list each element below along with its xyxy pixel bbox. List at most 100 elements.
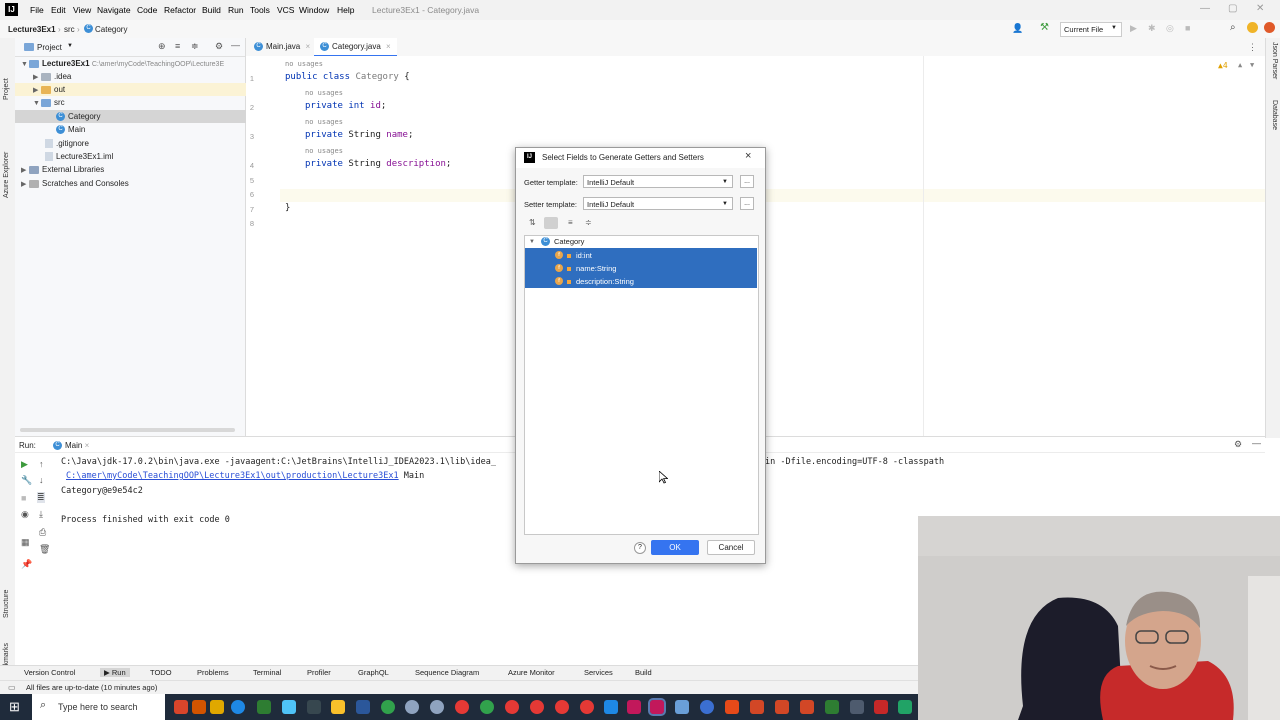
file-explorer-icon[interactable] (331, 700, 345, 714)
stop-icon[interactable]: ■ (21, 493, 26, 503)
hide-icon[interactable]: — (1252, 438, 1261, 448)
tab-category-java[interactable]: C Category.java × (314, 38, 397, 57)
camera-icon[interactable]: ◉ (21, 509, 29, 520)
json-parser-tool-button[interactable]: Json Parser (1271, 42, 1278, 79)
warning-count[interactable]: ▲4 (1218, 61, 1228, 70)
powerpoint-icon[interactable] (750, 700, 764, 714)
tree-item-lecture3ex1[interactable]: ▼ Lecture3Ex1 C:\amer\myCode\TeachingOOP\… (15, 57, 251, 70)
tree-item-idea[interactable]: ▶ .idea (15, 70, 263, 83)
breadcrumb-category[interactable]: Category (95, 25, 127, 34)
chrome-icon[interactable] (580, 700, 594, 714)
run-icon[interactable]: ▶ (1130, 23, 1137, 34)
pdf-icon[interactable] (874, 700, 888, 714)
chrome-icon[interactable] (530, 700, 544, 714)
menu-navigate[interactable]: Navigate (97, 5, 131, 15)
gear-icon[interactable]: ⚙ (1234, 439, 1242, 450)
tool-run[interactable]: ▶ Run (100, 668, 130, 677)
intellij-active-icon[interactable] (648, 698, 666, 716)
tab-main-java[interactable]: C Main.java × (248, 38, 316, 56)
structure-tool-button[interactable]: Structure (3, 590, 10, 618)
show-classes-icon[interactable] (544, 217, 558, 229)
tool-problems[interactable]: Problems (197, 668, 229, 677)
usage-hint[interactable]: no usages (285, 60, 323, 68)
calculator-icon[interactable] (307, 700, 321, 714)
close-icon[interactable]: × (85, 441, 90, 450)
search-icon[interactable]: ⌕ (1230, 22, 1236, 33)
breadcrumb-project[interactable]: Lecture3Ex1 (8, 25, 56, 34)
chevron-down-icon[interactable]: ▼ (529, 236, 535, 248)
maximize-button[interactable]: ▢ (1228, 3, 1237, 14)
chrome-icon[interactable] (455, 700, 469, 714)
windows-start-icon[interactable]: ⊞ (9, 699, 20, 715)
intellij-icon[interactable] (627, 700, 641, 714)
menu-edit[interactable]: Edit (51, 5, 66, 15)
layout-icon[interactable]: ▦ (21, 537, 30, 548)
close-window-button[interactable]: ✕ (1256, 3, 1264, 14)
setter-template-more-button[interactable]: ... (740, 197, 754, 210)
tool-graphql[interactable]: GraphQL (358, 668, 389, 677)
word-icon[interactable] (356, 700, 370, 714)
more-icon[interactable]: ⋮ (1248, 42, 1257, 53)
expand-all-icon[interactable]: ≡ (568, 218, 573, 227)
menu-vcs[interactable]: VCS (277, 5, 294, 15)
tool-todo[interactable]: TODO (150, 668, 172, 677)
getter-template-select[interactable]: IntelliJ Default ▼ (583, 175, 733, 188)
chevron-up-icon[interactable]: ▲ (1238, 61, 1242, 69)
tool-services[interactable]: Services (584, 668, 613, 677)
user-icon[interactable]: 👤 (1012, 23, 1023, 34)
app-icon[interactable] (480, 700, 494, 714)
sort-icon[interactable]: ⇅ (529, 218, 536, 227)
app-icon[interactable] (257, 700, 271, 714)
horizontal-scrollbar[interactable] (20, 428, 235, 432)
app-icon[interactable] (210, 700, 224, 714)
arrow-down-icon[interactable]: ↓ (39, 475, 44, 485)
project-tool-button[interactable]: Project (3, 78, 10, 100)
help-button[interactable]: ? (634, 542, 646, 554)
menu-run[interactable]: Run (228, 5, 244, 15)
app-icon[interactable] (381, 700, 395, 714)
menu-help[interactable]: Help (337, 5, 354, 15)
menu-window[interactable]: Window (299, 5, 329, 15)
app-icon[interactable] (430, 700, 444, 714)
menu-tools[interactable]: Tools (250, 5, 270, 15)
breadcrumb-src[interactable]: src (64, 25, 75, 34)
close-icon[interactable]: × (745, 150, 751, 162)
field-row-description[interactable]: f description:String (525, 275, 757, 288)
tree-item-src[interactable]: ▼ src (15, 96, 263, 109)
usage-hint[interactable]: no usages (305, 118, 343, 126)
setter-template-select[interactable]: IntelliJ Default ▼ (583, 197, 733, 210)
app-icon[interactable] (282, 700, 296, 714)
usage-hint[interactable]: no usages (305, 147, 343, 155)
app-icon[interactable] (604, 700, 618, 714)
app-icon[interactable] (825, 700, 839, 714)
field-row-name[interactable]: f name:String (525, 262, 757, 275)
chevron-down-icon[interactable]: ▼ (33, 97, 41, 110)
trash-icon[interactable]: 🗑 (39, 544, 50, 555)
chevron-down-icon[interactable]: ▼ (67, 43, 73, 49)
tree-item-external-libraries[interactable]: ▶ External Libraries (15, 163, 251, 176)
plugin-icon[interactable] (1264, 22, 1275, 33)
pycharm-icon[interactable] (898, 700, 912, 714)
scroll-to-end-icon[interactable]: ⤓ (39, 509, 43, 520)
app-icon[interactable] (725, 700, 739, 714)
collapse-all-icon[interactable]: ≑ (191, 41, 199, 52)
locate-icon[interactable]: ⊕ (158, 41, 166, 52)
hammer-icon[interactable]: ⚒ (1040, 22, 1049, 33)
close-icon[interactable]: × (386, 42, 391, 51)
app-icon[interactable] (174, 700, 188, 714)
edge-icon[interactable] (231, 700, 245, 714)
menu-code[interactable]: Code (137, 5, 157, 15)
minimize-button[interactable]: — (1200, 3, 1210, 14)
app-icon[interactable] (700, 700, 714, 714)
powerpoint-icon[interactable] (775, 700, 789, 714)
app-icon[interactable] (675, 700, 689, 714)
update-icon[interactable] (1247, 22, 1258, 33)
tool-profiler[interactable]: Profiler (307, 668, 331, 677)
gear-icon[interactable]: ⚙ (215, 41, 223, 52)
expand-all-icon[interactable]: ≡ (175, 41, 180, 51)
menu-view[interactable]: View (73, 5, 91, 15)
run-tab-main[interactable]: C Main × (53, 441, 90, 451)
ok-button[interactable]: OK (651, 540, 699, 555)
menu-refactor[interactable]: Refactor (164, 5, 196, 15)
pin-icon[interactable]: 📌 (21, 559, 32, 570)
